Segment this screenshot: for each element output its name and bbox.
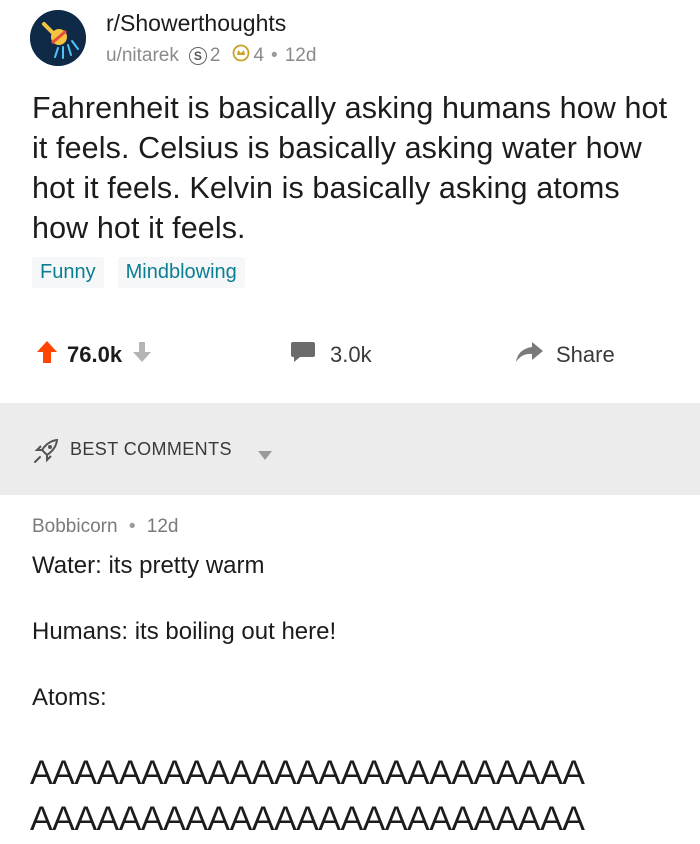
rocket-icon <box>32 437 60 470</box>
comment-line-water: Water: its pretty warm <box>32 552 265 579</box>
separator-dot: • <box>128 516 136 537</box>
post-meta: u/nitarek S 2 4 • 12d <box>106 44 316 68</box>
share-icon <box>514 340 544 369</box>
share-button[interactable]: Share <box>514 340 615 369</box>
downvote-icon[interactable] <box>132 341 152 368</box>
vote-controls: 76.0k <box>36 340 152 369</box>
action-bar: 76.0k 3.0k Share <box>0 330 700 384</box>
flair-funny[interactable]: Funny <box>32 257 104 288</box>
comment-meta: Bobbicorn • 12d <box>32 516 178 538</box>
silver-award-count: 2 <box>209 45 221 66</box>
separator-dot: • <box>271 45 278 66</box>
comment-count: 3.0k <box>330 341 372 367</box>
comment-author[interactable]: Bobbicorn <box>32 516 118 537</box>
gold-award-count: 4 <box>253 45 265 66</box>
sort-label: BEST COMMENTS <box>70 439 232 459</box>
vote-count: 76.0k <box>67 341 123 367</box>
comment-icon <box>290 340 316 369</box>
flair-list: Funny Mindblowing <box>32 257 245 288</box>
post-age: 12d <box>284 45 317 66</box>
post-author[interactable]: u/nitarek <box>106 45 179 67</box>
flair-mindblowing[interactable]: Mindblowing <box>117 257 245 288</box>
comment-line-scream-2: AAAAAAAAAAAAAAAAAAAAAAAAA <box>30 800 585 838</box>
comments-button[interactable]: 3.0k <box>290 340 372 369</box>
subreddit-avatar-icon[interactable] <box>30 10 86 66</box>
comment-line-atoms: Atoms: <box>32 684 107 711</box>
comment-sort-bar[interactable]: BEST COMMENTS <box>0 403 700 495</box>
subreddit-name[interactable]: r/Showerthoughts <box>106 10 286 37</box>
comment-line-humans: Humans: its boiling out here! <box>32 618 337 645</box>
gold-award-icon <box>232 44 250 68</box>
upvote-icon[interactable] <box>36 340 58 369</box>
comment-age: 12d <box>146 516 179 537</box>
share-label: Share <box>556 341 615 367</box>
silver-award-icon: S <box>188 47 207 65</box>
comment-line-scream-1: AAAAAAAAAAAAAAAAAAAAAAAAA <box>30 754 585 792</box>
post-header: r/Showerthoughts u/nitarek S 2 4 • 12d <box>30 6 670 68</box>
post-title[interactable]: Fahrenheit is basically asking humans ho… <box>32 88 672 248</box>
chevron-down-icon <box>258 447 272 465</box>
